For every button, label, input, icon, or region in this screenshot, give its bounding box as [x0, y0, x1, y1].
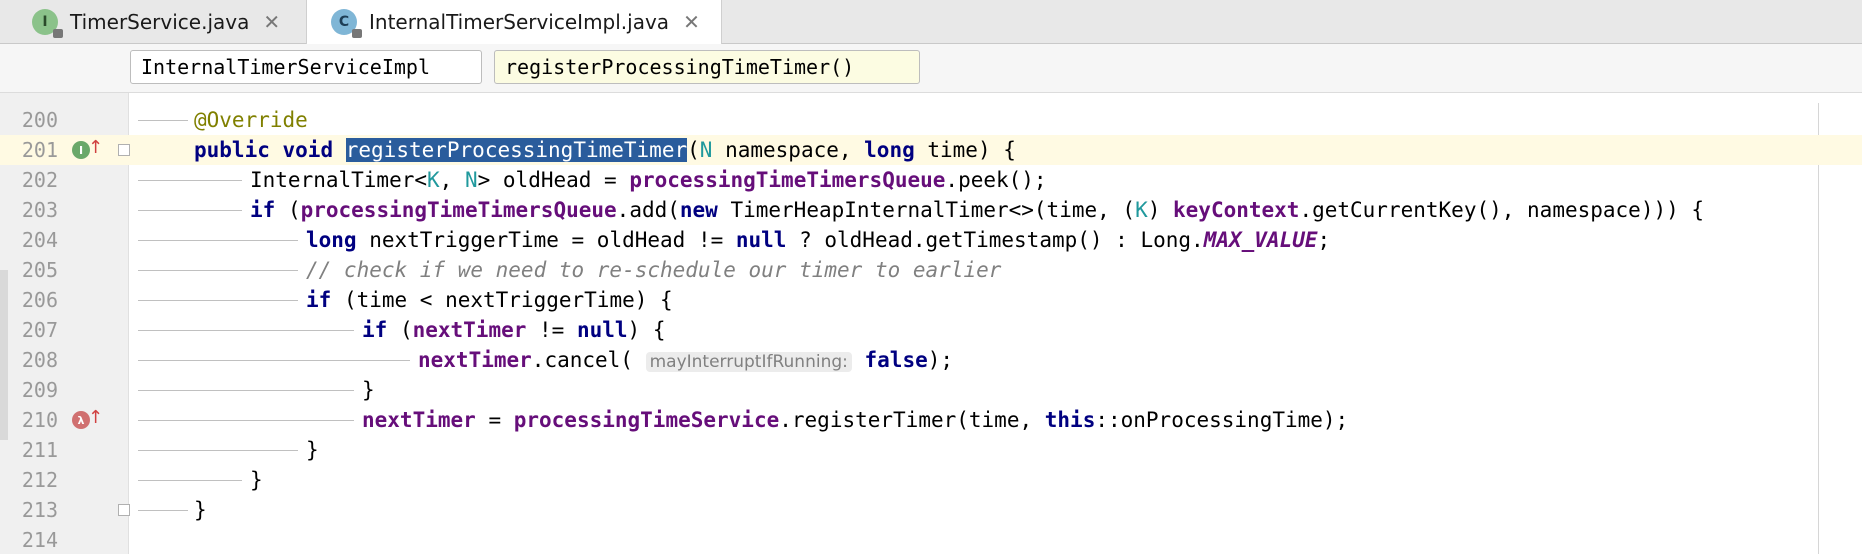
indent-guide — [138, 480, 242, 481]
code-line-212: 212 } — [0, 465, 1862, 495]
code-line-208: 208 nextTimer.cancel( mayInterruptIfRunn… — [0, 345, 1862, 375]
code-line-209: 209 } — [0, 375, 1862, 405]
code-text: if (processingTimeTimersQueue.add(new Ti… — [250, 198, 1705, 222]
close-icon[interactable]: ✕ — [683, 10, 700, 34]
interface-file-icon: I — [32, 8, 63, 38]
breadcrumb-class[interactable]: InternalTimerServiceImpl — [130, 50, 482, 84]
code-line-203: 203 if (processingTimeTimersQueue.add(ne… — [0, 195, 1862, 225]
lock-icon — [53, 28, 63, 38]
code-line-213: 213 } — [0, 495, 1862, 525]
line-number: 204 — [21, 228, 58, 252]
code-text: // check if we need to re-schedule our t… — [306, 258, 1002, 282]
line-number: 211 — [21, 438, 58, 462]
indent-guide — [138, 300, 298, 301]
code-text: @Override — [194, 108, 308, 132]
indent-guide — [138, 270, 298, 271]
class-file-icon: C — [331, 9, 362, 38]
indent-guide — [138, 390, 354, 391]
code-text: } — [194, 498, 207, 522]
breadcrumb-method[interactable]: registerProcessingTimeTimer() — [494, 50, 920, 84]
code-text: } — [362, 378, 375, 402]
indent-guide — [138, 450, 298, 451]
line-number: 207 — [21, 318, 58, 342]
code-line-202: 202 InternalTimer<K, N> oldHead = proces… — [0, 165, 1862, 195]
line-number: 209 — [21, 378, 58, 402]
parameter-hint: mayInterruptIfRunning: — [645, 352, 852, 372]
tab-internaltimerserviceimpl[interactable]: C InternalTimerServiceImpl.java ✕ — [306, 0, 722, 44]
code-text: long nextTriggerTime = oldHead != null ?… — [306, 228, 1331, 252]
code-text: } — [250, 468, 263, 492]
line-number: 210 — [21, 408, 58, 432]
code-text: nextTimer = processingTimeService.regist… — [362, 408, 1349, 432]
line-number: 213 — [21, 498, 58, 522]
indent-guide — [138, 510, 188, 511]
line-number: 201 — [21, 138, 58, 162]
indent-guide — [138, 210, 242, 211]
code-text: InternalTimer<K, N> oldHead = processing… — [250, 168, 1047, 192]
line-number: 212 — [21, 468, 58, 492]
indent-guide — [138, 240, 298, 241]
indent-guide — [138, 360, 410, 361]
arrow-up-icon[interactable]: ↑ — [88, 407, 103, 428]
line-number: 203 — [21, 198, 58, 222]
breadcrumb: InternalTimerServiceImpl registerProcess… — [0, 44, 1862, 93]
line-number: 214 — [21, 528, 58, 552]
code-text: public void registerProcessingTimeTimer(… — [194, 138, 1016, 162]
code-text: if (nextTimer != null) { — [362, 318, 666, 342]
indent-guide — [138, 420, 354, 421]
code-text: nextTimer.cancel( mayInterruptIfRunning:… — [418, 348, 954, 372]
tab-label: InternalTimerServiceImpl.java — [369, 10, 670, 34]
tab-timerservice[interactable]: I TimerService.java ✕ — [16, 0, 306, 43]
line-number: 208 — [21, 348, 58, 372]
code-line-207: 207 if (nextTimer != null) { — [0, 315, 1862, 345]
lock-icon — [352, 29, 362, 38]
fold-icon[interactable] — [118, 144, 130, 156]
code-line-200: 200 @Override — [0, 105, 1862, 135]
editor-tab-bar: I TimerService.java ✕ C InternalTimerSer… — [0, 0, 1862, 44]
code-line-206: 206 if (time < nextTriggerTime) { — [0, 285, 1862, 315]
code-text: if (time < nextTriggerTime) { — [306, 288, 673, 312]
code-text: } — [306, 438, 319, 462]
tab-label: TimerService.java — [70, 9, 250, 34]
line-number: 202 — [21, 168, 58, 192]
arrow-up-icon[interactable]: ↑ — [88, 137, 103, 158]
fold-icon[interactable] — [118, 504, 130, 516]
selected-text[interactable]: registerProcessingTimeTimer — [345, 138, 688, 162]
line-number: 200 — [21, 108, 58, 132]
indent-guide — [138, 120, 188, 121]
code-line-204: 204 long nextTriggerTime = oldHead != nu… — [0, 225, 1862, 255]
line-number: 206 — [21, 288, 58, 312]
indent-guide — [138, 180, 242, 181]
close-icon[interactable]: ✕ — [263, 10, 280, 34]
code-line-211: 211 } — [0, 435, 1862, 465]
line-number: 205 — [21, 258, 58, 282]
code-line-210: 210 λ ↑ nextTimer = processingTimeServic… — [0, 405, 1862, 435]
code-line-205: 205 // check if we need to re-schedule o… — [0, 255, 1862, 285]
indent-guide — [138, 330, 354, 331]
code-line-214: 214 — [0, 525, 1862, 555]
code-line-201: 201 I ↑ public void registerProcessingTi… — [0, 135, 1862, 165]
